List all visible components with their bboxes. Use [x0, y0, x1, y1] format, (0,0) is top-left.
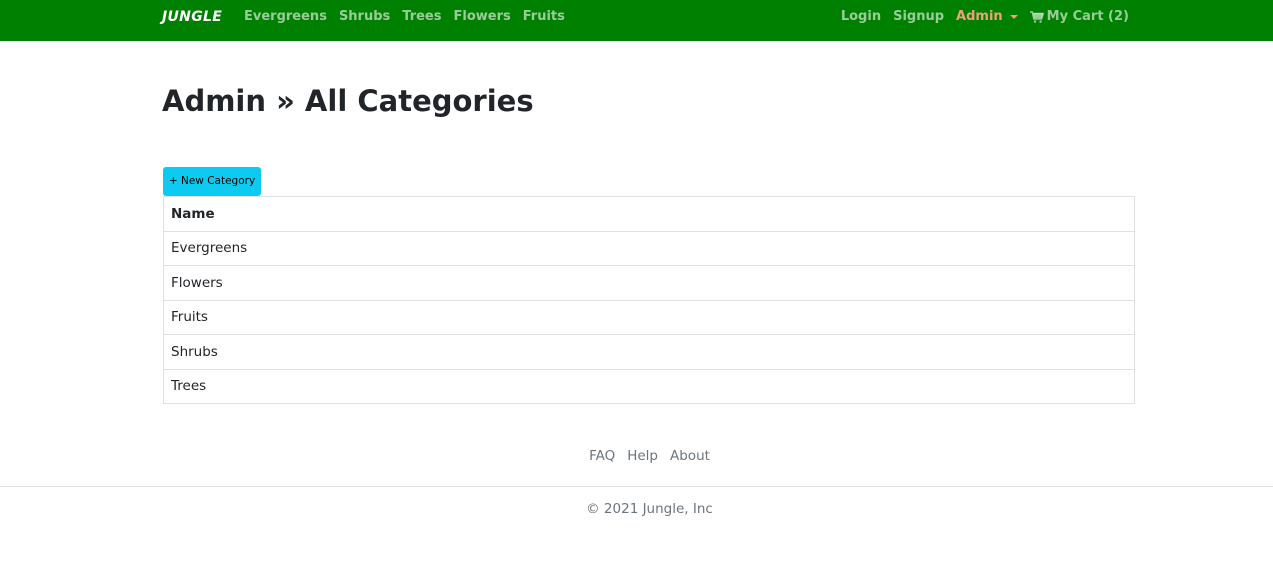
nav-link-shrubs[interactable]: Shrubs	[339, 9, 390, 24]
category-nav: Evergreens Shrubs Trees Flowers Fruits	[244, 9, 565, 24]
user-nav: Login Signup Admin My Cart (2)	[841, 9, 1129, 24]
nav-link-trees[interactable]: Trees	[402, 9, 441, 24]
page-title: Admin » All Categories	[162, 84, 534, 118]
table-row: Evergreens	[163, 230, 1135, 266]
category-name-cell: Trees	[163, 368, 1135, 404]
table-row: Flowers	[163, 265, 1135, 301]
table-header-row: Name	[163, 196, 1135, 232]
footer-links: FAQ Help About	[0, 448, 1273, 464]
admin-dropdown-label: Admin	[956, 9, 1003, 24]
brand-logo[interactable]: JUNGLE	[162, 9, 222, 25]
table-row: Trees	[163, 368, 1135, 404]
category-name-cell: Shrubs	[163, 334, 1135, 370]
footer-divider	[0, 486, 1273, 487]
nav-link-evergreens[interactable]: Evergreens	[244, 9, 327, 24]
column-header-name: Name	[163, 196, 1135, 232]
login-link[interactable]: Login	[841, 9, 881, 24]
cart-label: My Cart (2)	[1046, 9, 1129, 24]
categories-table: Name Evergreens Flowers Fruits Shrubs Tr…	[163, 196, 1135, 404]
signup-link[interactable]: Signup	[893, 9, 944, 24]
admin-dropdown[interactable]: Admin	[956, 9, 1018, 24]
shopping-cart-icon	[1029, 10, 1044, 23]
help-link[interactable]: Help	[627, 448, 658, 464]
caret-down-icon	[1009, 15, 1018, 19]
new-category-button[interactable]: + New Category	[163, 167, 261, 196]
category-name-cell: Flowers	[163, 265, 1135, 301]
table-row: Shrubs	[163, 334, 1135, 370]
table-row: Fruits	[163, 299, 1135, 335]
nav-link-fruits[interactable]: Fruits	[523, 9, 565, 24]
category-name-cell: Evergreens	[163, 230, 1135, 266]
nav-link-flowers[interactable]: Flowers	[454, 9, 511, 24]
faq-link[interactable]: FAQ	[589, 448, 615, 464]
category-name-cell: Fruits	[163, 299, 1135, 335]
copyright-text: © 2021 Jungle, Inc	[586, 501, 713, 517]
top-navbar: JUNGLE Evergreens Shrubs Trees Flowers F…	[0, 0, 1273, 41]
about-link[interactable]: About	[670, 448, 710, 464]
cart-link[interactable]: My Cart (2)	[1029, 9, 1129, 24]
